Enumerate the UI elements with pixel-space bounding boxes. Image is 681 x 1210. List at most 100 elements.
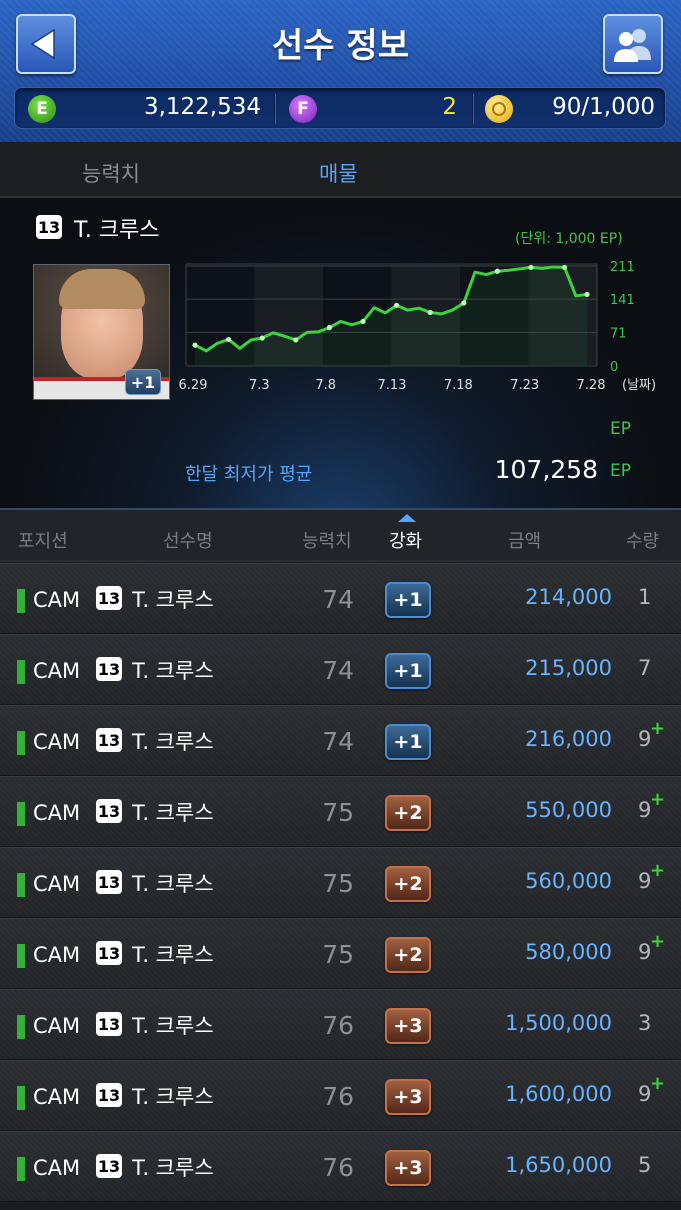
column-quantity[interactable]: 수량 <box>626 527 659 553</box>
chart-point <box>259 335 265 341</box>
listing-row[interactable]: CAM 13 T. 크루스 76 +3 1,500,000 3 <box>0 989 681 1060</box>
season-badge: 13 <box>96 728 122 752</box>
player-name: T. 크루스 <box>132 1156 214 1180</box>
ability-value: 75 <box>322 869 354 898</box>
chart-point <box>192 342 198 348</box>
position: CAM <box>33 801 81 825</box>
listing-row[interactable]: CAM 13 T. 크루스 75 +2 550,000 9 + <box>0 776 681 847</box>
price: 214,000 <box>525 585 612 609</box>
column-enhance[interactable]: 강화 <box>389 527 422 553</box>
ability-value: 74 <box>322 727 354 756</box>
e-currency-icon: E <box>28 95 56 123</box>
ability-value: 76 <box>322 1153 354 1182</box>
season-badge: 13 <box>96 586 122 610</box>
ep-unit-label: EP <box>610 419 631 439</box>
chart-point <box>528 264 534 271</box>
quantity-more-indicator: + <box>650 789 666 810</box>
ability-value: 75 <box>322 798 354 827</box>
price: 1,650,000 <box>505 1153 612 1177</box>
player-name: T. 크루스 <box>132 943 214 967</box>
season-badge: 13 <box>96 870 122 894</box>
ability-value: 75 <box>322 940 354 969</box>
chart-point <box>562 264 568 271</box>
quantity: 1 <box>638 585 652 609</box>
chart-point <box>360 318 366 325</box>
chart-x-tick-label: 6.29 <box>179 378 208 393</box>
price: 1,600,000 <box>505 1082 612 1106</box>
position: CAM <box>33 1014 81 1038</box>
position-color-bar <box>17 873 25 897</box>
chart-point <box>461 300 467 306</box>
chart-point <box>226 336 232 343</box>
chart-x-unit-label: (날짜) <box>622 378 656 393</box>
enhance-badge: +2 <box>385 795 431 831</box>
position: CAM <box>33 588 81 612</box>
ability-value: 76 <box>322 1011 354 1040</box>
divider <box>274 94 276 124</box>
chart-y-tick-label: 71 <box>610 326 627 341</box>
column-name[interactable]: 선수명 <box>163 527 213 553</box>
chart-y-tick-label: 211 <box>610 260 635 275</box>
quantity: 5 <box>638 1153 652 1177</box>
position: CAM <box>33 659 81 683</box>
chart-x-tick-label: 7.13 <box>378 378 407 393</box>
listing-row[interactable]: CAM 13 T. 크루스 76 +3 1,600,000 9 + <box>0 1060 681 1131</box>
player-name: T. 크루스 <box>132 730 214 754</box>
listing-row[interactable]: CAM 13 T. 크루스 76 +3 1,650,000 5 <box>0 1131 681 1202</box>
chart-x-tick-label: 7.28 <box>577 378 606 393</box>
position-color-bar <box>17 589 25 613</box>
position: CAM <box>33 1085 81 1109</box>
f-currency-value: 2 <box>442 94 457 120</box>
price-trend-chart: 0 71 141 211 6.29 7.3 7.8 7.13 7.18 7.23 7.28 (날짜) <box>179 260 657 393</box>
column-price[interactable]: 금액 <box>508 527 541 553</box>
position: CAM <box>33 1156 81 1180</box>
tab-bar: 능력치 매물 <box>0 142 681 198</box>
enhance-badge: +1 <box>385 653 431 689</box>
price: 1,500,000 <box>505 1011 612 1035</box>
ability-value: 74 <box>322 585 354 614</box>
ability-value: 74 <box>322 656 354 685</box>
chart-point <box>494 268 500 274</box>
column-position[interactable]: 포지션 <box>18 527 68 553</box>
listing-row[interactable]: CAM 13 T. 크루스 75 +2 580,000 9 + <box>0 918 681 989</box>
player-name: T. 크루스 <box>132 801 214 825</box>
position-color-bar <box>17 1086 25 1110</box>
chart-point <box>326 325 332 331</box>
divider <box>472 94 474 124</box>
player-name: T. 크루스 <box>132 588 214 612</box>
position-color-bar <box>17 944 25 968</box>
enhance-badge: +2 <box>385 937 431 973</box>
chart-x-tick-label: 7.23 <box>510 378 539 393</box>
player-name: T. 크루스 <box>132 872 214 896</box>
listing-row[interactable]: CAM 13 T. 크루스 74 +1 216,000 9 + <box>0 705 681 776</box>
price: 216,000 <box>525 727 612 751</box>
price: 560,000 <box>525 869 612 893</box>
chart-y-tick-label: 141 <box>610 293 635 308</box>
sort-caret-icon <box>398 514 416 522</box>
tab-ability[interactable]: 능력치 <box>82 158 140 188</box>
listing-row[interactable]: CAM 13 T. 크루스 75 +2 560,000 9 + <box>0 847 681 918</box>
average-unit-label: EP <box>610 461 631 481</box>
season-badge: 13 <box>96 657 122 681</box>
chart-point <box>584 291 590 298</box>
quantity-more-indicator: + <box>650 931 666 952</box>
player-name: T. 크루스 <box>132 1085 214 1109</box>
position: CAM <box>33 730 81 754</box>
monthly-average-label: 한달 최저가 평균 <box>185 464 313 485</box>
e-currency-value: 3,122,534 <box>143 94 261 120</box>
friends-button[interactable] <box>603 14 663 74</box>
quantity: 3 <box>638 1011 652 1035</box>
quantity: 7 <box>638 656 652 680</box>
listing-row[interactable]: CAM 13 T. 크루스 74 +1 215,000 7 <box>0 634 681 705</box>
friends-icon <box>614 29 651 62</box>
f-currency-icon: F <box>289 95 317 123</box>
ball-token-value: 90/1,000 <box>552 94 655 120</box>
enhance-badge: +3 <box>385 1079 431 1115</box>
player-name: T. 크루스 <box>132 659 214 683</box>
price: 550,000 <box>525 798 612 822</box>
tab-listings[interactable]: 매물 <box>319 158 358 188</box>
listing-row[interactable]: CAM 13 T. 크루스 74 +1 214,000 1 <box>0 563 681 634</box>
column-ability[interactable]: 능력치 <box>302 527 352 553</box>
season-badge: 13 <box>96 1154 122 1178</box>
chart-y-tick-label: 0 <box>610 360 618 375</box>
